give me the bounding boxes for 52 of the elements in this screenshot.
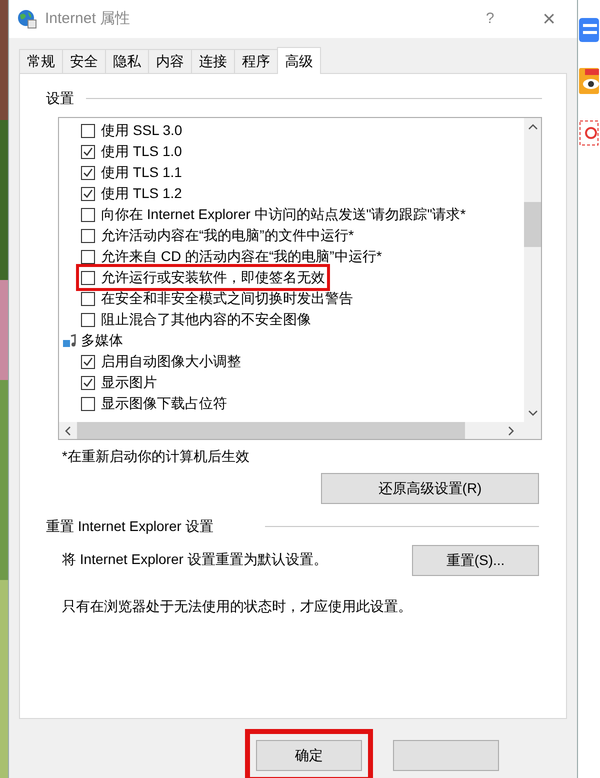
scroll-down-icon[interactable] [528,410,538,416]
checkbox-option[interactable]: 显示图片 [79,372,159,393]
checkbox[interactable] [81,354,95,368]
checkbox-option[interactable]: 允许活动内容在“我的电脑”的文件中运行* [79,225,356,246]
checkbox-option[interactable]: 允许来自 CD 的活动内容在“我的电脑”中运行* [79,246,384,267]
group-label: 重置 Internet Explorer 设置 [46,517,214,536]
close-button[interactable]: × [529,8,569,30]
horizontal-scrollbar[interactable] [59,422,541,439]
vertical-scrollbar[interactable] [524,118,541,422]
scrollbar-thumb[interactable] [77,422,465,439]
checkbox-option[interactable]: 阻止混合了其他内容的不安全图像 [79,309,313,330]
checkbox[interactable] [81,396,95,410]
checkbox-option[interactable]: 启用自动图像大小调整 [79,351,243,372]
footnote-text: *在重新启动你的计算机后生效 [62,447,250,466]
group-label: 多媒体 [81,331,123,350]
group-label: 设置 [46,89,74,108]
scroll-left-icon[interactable] [65,426,71,436]
checkbox[interactable] [81,124,95,138]
window-title: Internet 属性 [45,8,130,29]
checkbox[interactable] [81,312,95,326]
reset-button[interactable]: 重置(S)... [412,545,539,576]
checkbox[interactable] [81,186,95,200]
checkbox-option[interactable]: 向你在 Internet Explorer 中访问的站点发送"请勿跟踪"请求* [79,204,468,225]
scrollbar-thumb[interactable] [524,202,541,247]
description-text: 将 Internet Explorer 设置重置为默认设置。 [62,550,328,569]
scroll-up-icon[interactable] [528,124,538,130]
card-icon[interactable] [579,18,599,42]
checkbox-option[interactable]: 允许运行或安装软件，即使签名无效 [79,267,327,288]
checkbox-option[interactable]: 显示图像下载占位符 [79,393,229,414]
checkbox[interactable] [81,144,95,158]
checkbox[interactable] [81,208,95,222]
checkbox[interactable] [81,166,95,180]
eye-icon[interactable] [579,68,599,94]
checkbox-option[interactable]: 使用 SSL 3.0 [79,120,184,141]
checkbox-option[interactable]: 使用 TLS 1.0 [79,141,184,162]
globe-icon [17,9,37,29]
help-button[interactable]: ? [475,8,505,30]
checkbox[interactable] [81,228,95,242]
checkbox-option[interactable]: 使用 TLS 1.2 [79,183,184,204]
restore-button[interactable]: 还原高级设置(R) [321,473,539,504]
note-text: 只有在浏览器处于无法使用的状态时，才应使用此设置。 [62,597,413,616]
scroll-right-icon[interactable] [508,426,514,436]
tab[interactable]: 高级 [277,47,321,74]
checkbox[interactable] [81,270,95,284]
checkbox-option[interactable]: 使用 TLS 1.1 [79,162,184,183]
checkbox[interactable] [81,376,95,390]
music-note-icon [63,334,77,348]
tab[interactable]: 常规 [19,49,63,73]
ok-button[interactable]: 确定 [256,740,362,771]
checkbox[interactable] [81,292,95,306]
checkbox[interactable] [81,250,95,264]
checkbox-option[interactable]: 在安全和非安全模式之间切换时发出警告 [79,288,355,309]
